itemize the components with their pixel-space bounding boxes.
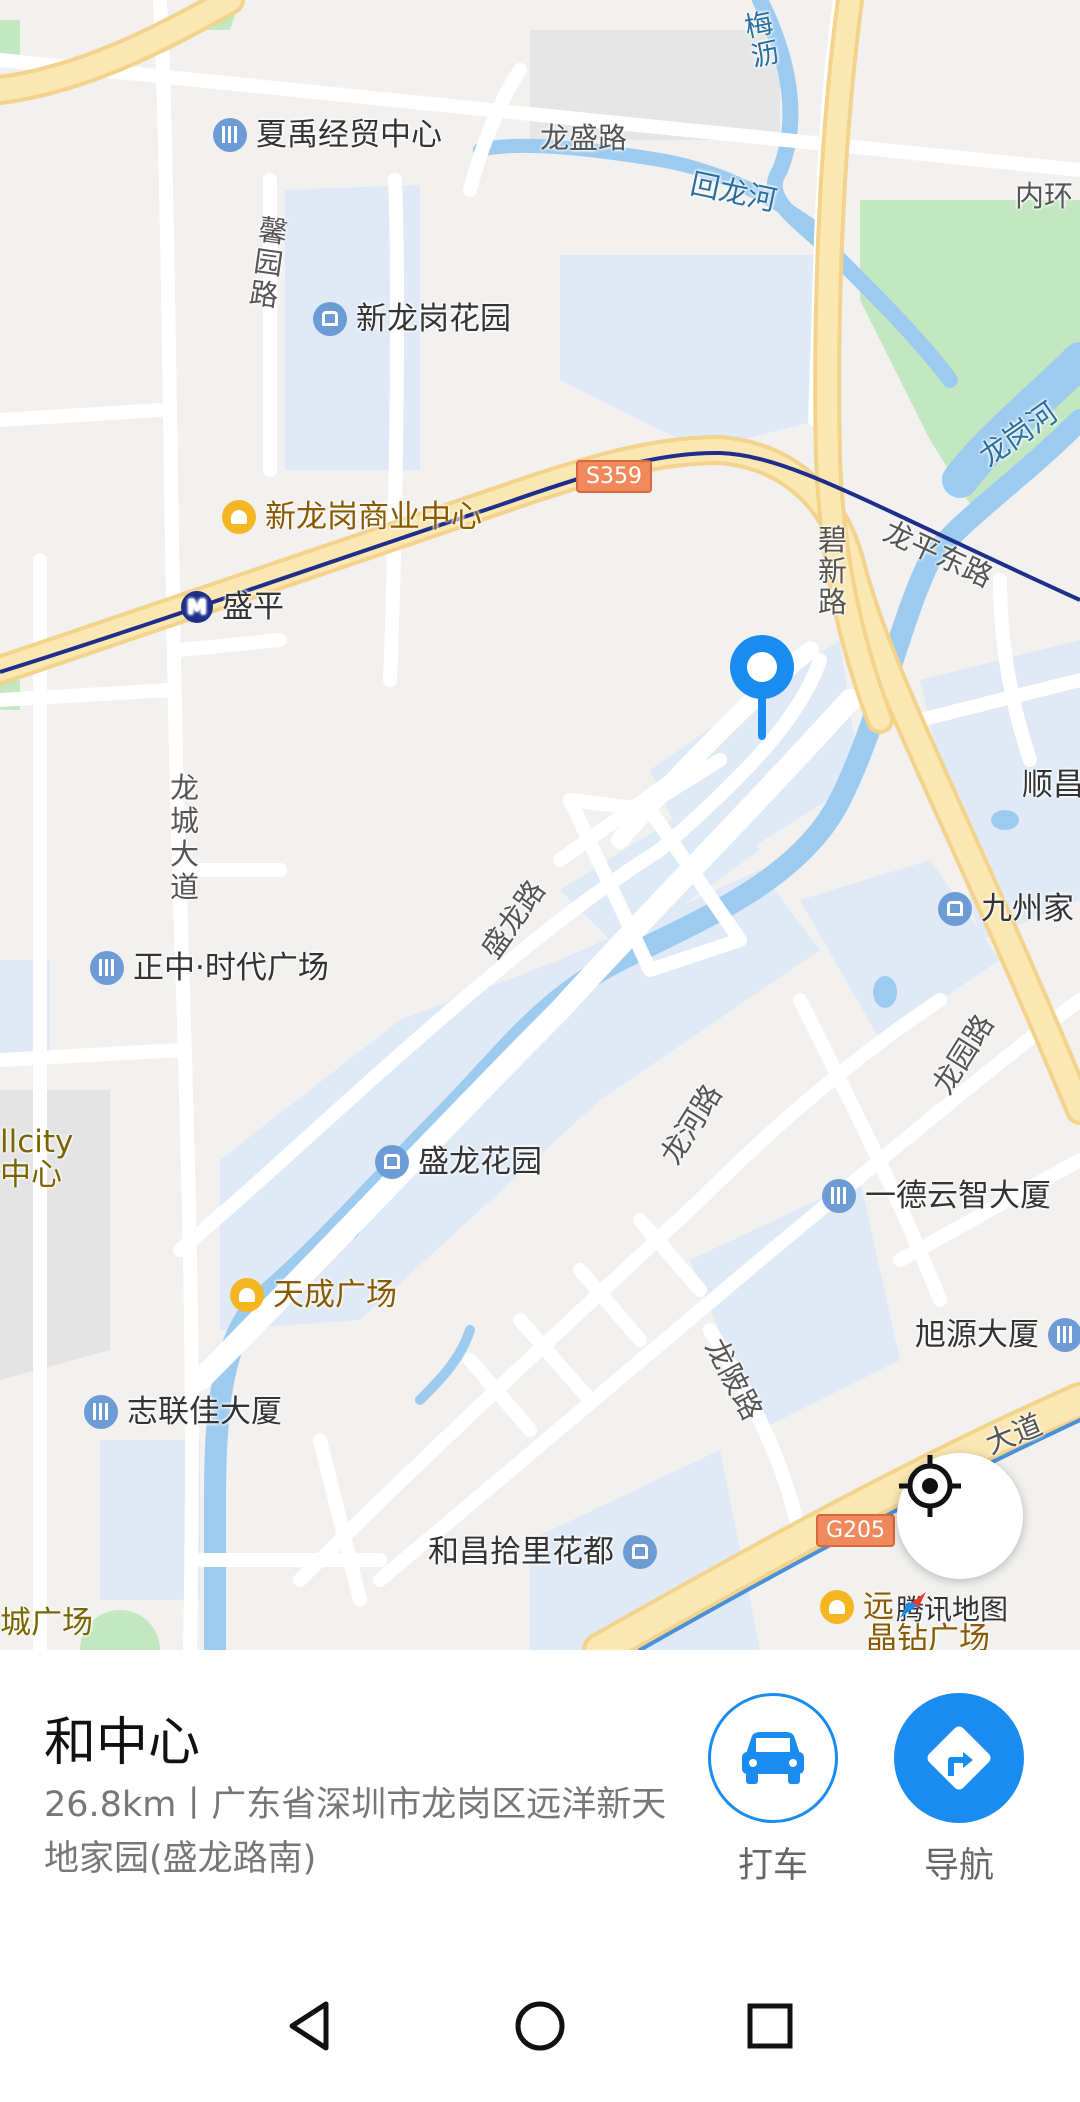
home-circle-icon[interactable] [512, 1998, 568, 2054]
poi-tiancheng[interactable]: 天成广场 [230, 1278, 397, 1312]
navigate-label: 导航 [923, 1846, 994, 1886]
poi-jiuzhou[interactable]: 九州家 [938, 892, 1074, 926]
poi-xuyuan[interactable]: 旭源大厦 [915, 1318, 1080, 1352]
poi-shunchang: 顺昌 [1022, 767, 1080, 803]
road-bixin: 碧新路 [818, 523, 848, 619]
poi-zhengzhong[interactable]: 正中·时代广场 [90, 951, 329, 985]
building-icon [213, 118, 247, 152]
poi-xinlonggang-center[interactable]: 新龙岗商业中心 [222, 500, 482, 534]
map-brand: 腾讯地图 [896, 1588, 1008, 1628]
taxi-button[interactable]: 打车 [708, 1693, 838, 1888]
poi-left-plaza: 城广场 [0, 1605, 93, 1641]
system-navigation-bar [0, 1980, 1080, 2102]
poi-xinlonggang-garden[interactable]: 新龙岗花园 [313, 302, 511, 336]
home-icon [623, 1535, 657, 1569]
building-icon [1048, 1318, 1080, 1352]
poi-hechang[interactable]: 和昌拾里花都 [428, 1535, 657, 1569]
metro-station-shengping[interactable]: M 盛平 [181, 591, 284, 623]
metro-icon: M [181, 591, 213, 623]
poi-zhilianjia[interactable]: 志联佳大厦 [84, 1395, 282, 1429]
building-icon [84, 1395, 118, 1429]
locate-icon [899, 1455, 961, 1517]
poi-allcity-line2: 中心 [0, 1157, 62, 1193]
home-icon [938, 892, 972, 926]
compass-logo-icon [900, 1592, 926, 1618]
shopping-icon [222, 500, 256, 534]
navigate-button[interactable]: 导航 [894, 1693, 1024, 1888]
poi-allcity-line1: llcity [0, 1124, 74, 1160]
home-icon [313, 302, 347, 336]
back-triangle-icon[interactable] [282, 1998, 338, 2054]
building-icon [90, 951, 124, 985]
highway-shield-g205: G205 [816, 1514, 896, 1547]
highway-shield-s359: S359 [576, 460, 652, 493]
shopping-icon [820, 1590, 854, 1624]
turn-arrow-icon [927, 1726, 991, 1790]
navigate-circle[interactable] [894, 1693, 1024, 1823]
road-longsheng: 龙盛路 [540, 121, 628, 155]
road-neihuan: 内环 [1015, 179, 1074, 213]
recents-square-icon[interactable] [742, 1998, 798, 2054]
poi-xiayu[interactable]: 夏禹经贸中心 [213, 118, 442, 152]
poi-yide[interactable]: 一德云智大厦 [822, 1179, 1051, 1213]
place-address: 26.8km丨广东省深圳市龙岗区远洋新天地家园(盛龙路南) [44, 1785, 667, 1879]
taxi-label: 打车 [737, 1846, 808, 1886]
locate-button[interactable] [897, 1453, 1023, 1579]
taxi-circle[interactable] [708, 1693, 838, 1823]
poi-yuan[interactable]: 远 [820, 1590, 894, 1624]
poi-shenglong-garden[interactable]: 盛龙花园 [375, 1145, 542, 1179]
map-view[interactable]: 夏禹经贸中心 龙盛路 回龙河 内环 梅沥 馨园路 新龙岗花园 龙岗河 S359 … [0, 0, 1080, 1650]
road-longcheng: 龙城大道 [170, 771, 200, 904]
place-title: 和中心 [44, 1713, 201, 1773]
building-icon [822, 1179, 856, 1213]
car-icon [742, 1732, 804, 1784]
home-icon [375, 1145, 409, 1179]
shopping-icon [230, 1278, 264, 1312]
